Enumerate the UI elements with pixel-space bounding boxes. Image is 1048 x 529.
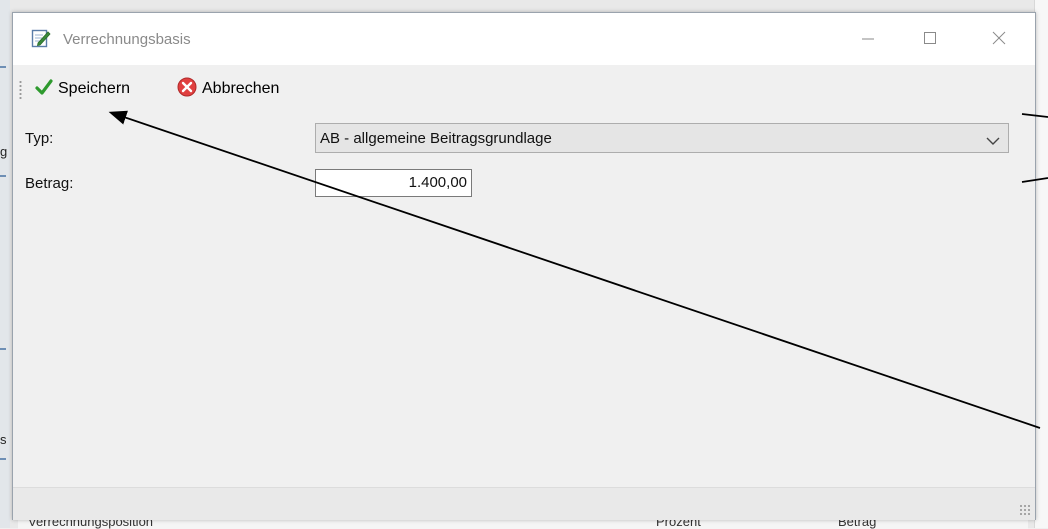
type-select[interactable]: AB - allgemeine Beitragsgrundlage bbox=[315, 123, 1009, 153]
close-icon[interactable] bbox=[984, 23, 1014, 53]
cancel-x-icon bbox=[177, 77, 197, 102]
minimize-icon[interactable] bbox=[853, 23, 883, 53]
save-button[interactable]: Speichern bbox=[35, 77, 130, 101]
resize-grip-icon[interactable] bbox=[1019, 504, 1031, 516]
maximize-icon[interactable] bbox=[915, 23, 945, 53]
cancel-button[interactable]: Abbrechen bbox=[177, 77, 279, 101]
background-marker bbox=[0, 66, 6, 68]
title-bar[interactable]: Verrechnungsbasis bbox=[13, 13, 1035, 65]
save-button-label: Speichern bbox=[58, 80, 131, 97]
background-letter: s bbox=[0, 432, 7, 447]
amount-label: Betrag: bbox=[25, 175, 74, 192]
cancel-button-label: Abbrechen bbox=[202, 80, 280, 97]
type-label: Typ: bbox=[25, 130, 54, 147]
background-marker bbox=[0, 175, 6, 177]
toolbar-grip[interactable] bbox=[19, 80, 22, 100]
toolbar: Speichern Abbrechen bbox=[13, 65, 1035, 115]
verrechnungsbasis-dialog: Verrechnungsbasis Speichern Abbrechen Ty… bbox=[12, 12, 1036, 520]
amount-input[interactable]: 1.400,00 bbox=[315, 169, 472, 197]
checkmark-icon bbox=[35, 78, 53, 101]
background-letter: g bbox=[0, 144, 8, 159]
type-select-value: AB - allgemeine Beitragsgrundlage bbox=[320, 130, 552, 147]
background-left-strip: g s bbox=[0, 0, 10, 528]
chevron-down-icon bbox=[986, 133, 1000, 150]
edit-document-icon bbox=[31, 28, 51, 48]
window-title: Verrechnungsbasis bbox=[63, 31, 191, 48]
background-right-strip bbox=[1034, 0, 1048, 528]
status-bar bbox=[13, 487, 1035, 520]
background-marker bbox=[0, 458, 6, 460]
background-marker bbox=[0, 348, 6, 350]
